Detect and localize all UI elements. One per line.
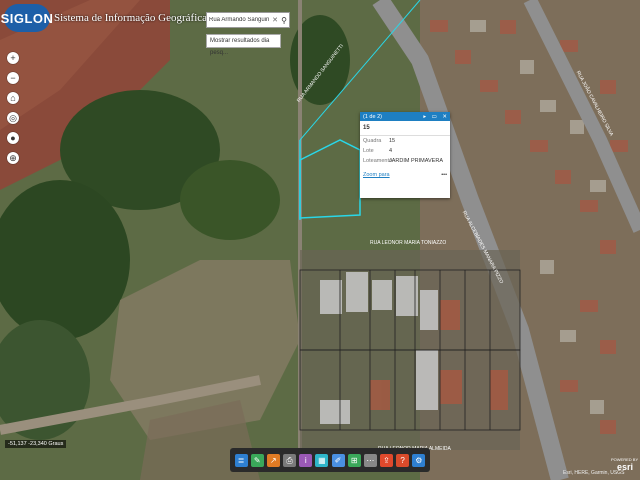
popup-row: Lote 4 (360, 146, 450, 156)
popup-label: Lote (363, 148, 374, 154)
popup-label: Quadra (363, 138, 382, 144)
feature-popup: (1 de 2) ▸ ▭ ✕ 15 Quadra 15 Lote 4 Lotea… (360, 112, 450, 198)
dock-settings-button[interactable]: ⚙ (412, 453, 426, 467)
search-icon[interactable]: ⚲ (279, 16, 289, 25)
popup-title: 15 (360, 121, 450, 136)
dock-export-button[interactable]: ⇪ (379, 453, 393, 467)
popup-label: Loteamento (363, 158, 393, 164)
locate-button[interactable]: ◎ (7, 112, 19, 124)
popup-row: Loteamento JARDIM PRIMAVERA (360, 156, 450, 166)
dock-layers-button[interactable]: ≣ (234, 453, 248, 467)
dock-query-button[interactable]: ⋯ (363, 453, 377, 467)
popup-count: (1 de 2) (363, 113, 382, 120)
layers-button[interactable]: ● (7, 132, 19, 144)
search-box: ✕ ⚲ (206, 12, 290, 28)
dock-edit-button[interactable]: ✐ (331, 453, 345, 467)
zoom-in-button[interactable]: + (7, 52, 19, 64)
search-suggestion[interactable]: Mostrar resultados dia pesq... (206, 34, 281, 56)
popup-value: 15 (389, 138, 396, 144)
zoom-out-button[interactable]: − (7, 72, 19, 84)
more-options-icon[interactable]: ••• (441, 172, 447, 178)
dock-info-button[interactable]: i (299, 453, 313, 467)
zoom-to-link[interactable]: Zoom para (363, 172, 390, 178)
home-button[interactable]: ⌂ (7, 92, 19, 104)
popup-value: 4 (389, 148, 393, 154)
widget-dock: ≣ ✎ ↗ ⎙ i ▦ ✐ ⊞ ⋯ ⇪ ? ⚙ (230, 448, 430, 472)
map-attribution: Esri, HERE, Garmin, USGS (563, 470, 625, 476)
map-toolbar: + − ⌂ ◎ ● ⊕ (7, 52, 19, 172)
next-icon[interactable]: ▸ (423, 114, 426, 120)
close-icon[interactable]: ✕ (442, 114, 447, 120)
compass-button[interactable]: ⊕ (7, 152, 19, 164)
coordinates-readout: -51,137 -23,340 Graus (5, 440, 67, 448)
popup-header: (1 de 2) ▸ ▭ ✕ (360, 112, 450, 121)
dock-icon[interactable]: ▭ (432, 114, 437, 120)
close-icon[interactable]: ✕ (271, 16, 279, 24)
dock-grid-button[interactable]: ⊞ (347, 453, 361, 467)
popup-footer: Zoom para ••• (360, 166, 450, 178)
popup-value: JARDIM PRIMAVERA (389, 158, 443, 164)
street-label: RUA LEONOR MARIA TONIAZZO (370, 240, 447, 246)
dock-measure-button[interactable]: ↗ (266, 453, 280, 467)
dock-help-button[interactable]: ? (396, 453, 410, 467)
esri-logo[interactable]: esri (617, 462, 633, 472)
dock-legend-button[interactable]: ▦ (315, 453, 329, 467)
siglon-logo: SIGLON (1, 4, 53, 32)
dock-print-button[interactable]: ⎙ (283, 453, 297, 467)
popup-row: Quadra 15 (360, 136, 450, 146)
dock-draw-button[interactable]: ✎ (250, 453, 264, 467)
search-input[interactable] (207, 17, 271, 23)
